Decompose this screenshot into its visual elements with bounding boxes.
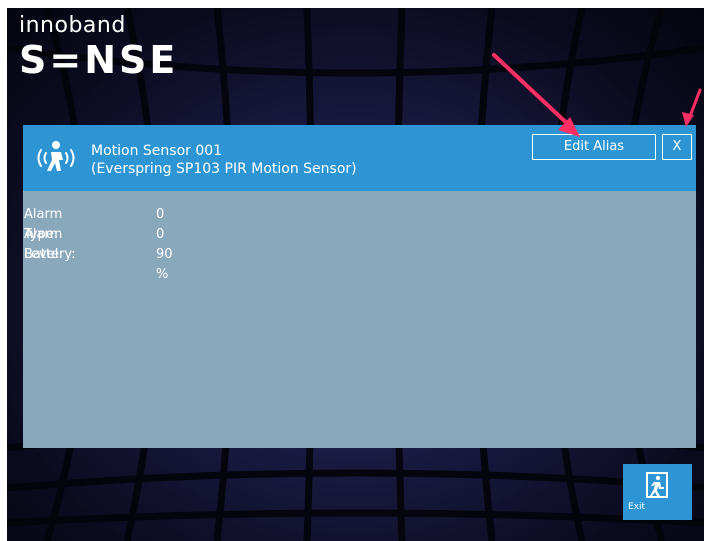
alarm-type-value: 0 <box>156 207 165 222</box>
app-background: innoband S=NSE Motion Sensor 001 (Eversp… <box>7 8 704 541</box>
edit-alias-button[interactable]: Edit Alias <box>532 134 656 160</box>
innoband-sense-logo: innoband S=NSE <box>19 13 179 82</box>
logo-top-text: innoband <box>19 13 126 38</box>
alarm-level-value: 0 <box>156 227 165 242</box>
battery-value: 90 % <box>156 247 173 282</box>
sensor-model: (Everspring SP103 PIR Motion Sensor) <box>91 161 357 177</box>
motion-sensor-icon <box>37 141 75 171</box>
exit-button[interactable]: Exit <box>623 464 692 520</box>
close-button[interactable]: X <box>662 134 692 160</box>
panel-header: Motion Sensor 001 (Everspring SP103 PIR … <box>23 125 696 191</box>
logo-bottom-text: S=NSE <box>19 38 179 82</box>
exit-label: Exit <box>628 502 646 512</box>
battery-label: Battery: <box>24 247 76 262</box>
sensor-name: Motion Sensor 001 <box>91 143 223 159</box>
exit-door-icon <box>646 472 668 498</box>
sensor-title: Motion Sensor 001 (Everspring SP103 PIR … <box>91 142 357 178</box>
sensor-detail-panel: Motion Sensor 001 (Everspring SP103 PIR … <box>23 125 696 448</box>
